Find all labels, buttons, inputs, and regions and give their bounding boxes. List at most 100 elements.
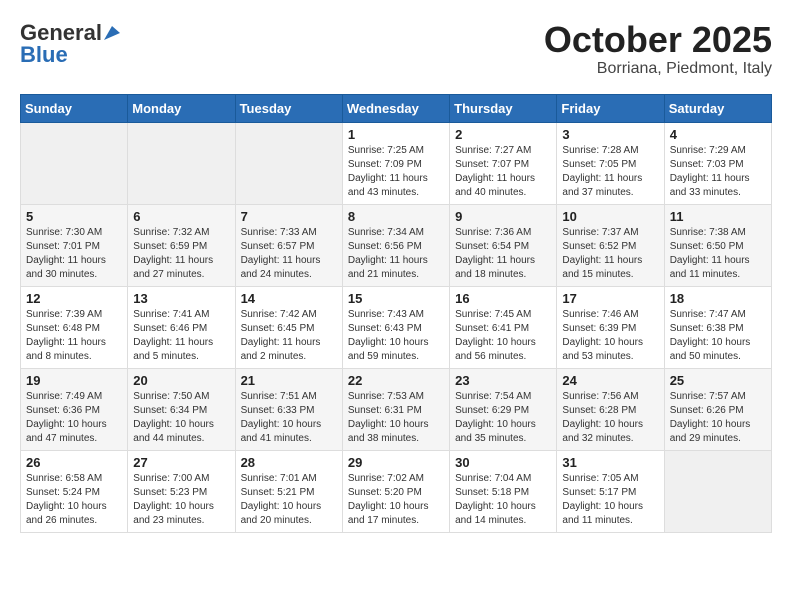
day-info: Sunrise: 7:02 AMSunset: 5:20 PMDaylight:… — [348, 472, 444, 528]
calendar-cell — [664, 450, 771, 532]
day-number: 15 — [348, 291, 444, 306]
day-number: 8 — [348, 209, 444, 224]
calendar-cell: 17Sunrise: 7:46 AMSunset: 6:39 PMDayligh… — [557, 286, 664, 368]
day-info: Sunrise: 7:54 AMSunset: 6:29 PMDaylight:… — [455, 390, 551, 446]
calendar-week-row: 19 Sunrise: 7:49 AMSunset: 6:36 PMDayligh… — [21, 368, 772, 450]
weekday-header: Sunday — [21, 94, 128, 122]
day-info: Sunrise: 7:49 AMSunset: 6:36 PMDaylight:… — [26, 390, 122, 446]
calendar-cell: 3Sunrise: 7:28 AMSunset: 7:05 PMDaylight… — [557, 122, 664, 204]
logo-blue: Blue — [20, 42, 68, 68]
location: Borriana, Piedmont, Italy — [544, 60, 772, 78]
logo-icon — [104, 26, 120, 40]
day-number: 5 — [26, 209, 122, 224]
calendar-cell: 8Sunrise: 7:34 AMSunset: 6:56 PMDaylight… — [342, 204, 449, 286]
day-number: 20 — [133, 373, 229, 388]
calendar-cell: 10Sunrise: 7:37 AMSunset: 6:52 PMDayligh… — [557, 204, 664, 286]
calendar-cell: 13 Sunrise: 7:41 AMSunset: 6:46 PMDayligh… — [128, 286, 235, 368]
calendar-cell: 11 Sunrise: 7:38 AMSunset: 6:50 PMDayligh… — [664, 204, 771, 286]
day-number: 9 — [455, 209, 551, 224]
calendar-cell: 6Sunrise: 7:32 AMSunset: 6:59 PMDaylight… — [128, 204, 235, 286]
day-number: 19 — [26, 373, 122, 388]
calendar-cell: 7Sunrise: 7:33 AMSunset: 6:57 PMDaylight… — [235, 204, 342, 286]
weekday-header: Wednesday — [342, 94, 449, 122]
day-info: Sunrise: 7:38 AMSunset: 6:50 PMDaylight:… — [670, 226, 766, 282]
day-info: Sunrise: 7:25 AMSunset: 7:09 PMDaylight:… — [348, 144, 444, 200]
calendar-cell — [21, 122, 128, 204]
calendar-cell: 22Sunrise: 7:53 AMSunset: 6:31 PMDayligh… — [342, 368, 449, 450]
day-number: 23 — [455, 373, 551, 388]
day-number: 10 — [562, 209, 658, 224]
weekday-header: Thursday — [450, 94, 557, 122]
calendar-cell: 16Sunrise: 7:45 AMSunset: 6:41 PMDayligh… — [450, 286, 557, 368]
day-number: 14 — [241, 291, 337, 306]
calendar-cell: 1 Sunrise: 7:25 AMSunset: 7:09 PMDaylight… — [342, 122, 449, 204]
day-info: Sunrise: 7:50 AMSunset: 6:34 PMDaylight:… — [133, 390, 229, 446]
day-info: Sunrise: 7:00 AMSunset: 5:23 PMDaylight:… — [133, 472, 229, 528]
calendar-cell: 23 Sunrise: 7:54 AMSunset: 6:29 PMDayligh… — [450, 368, 557, 450]
calendar-cell: 19 Sunrise: 7:49 AMSunset: 6:36 PMDayligh… — [21, 368, 128, 450]
day-info: Sunrise: 7:47 AMSunset: 6:38 PMDaylight:… — [670, 308, 766, 364]
calendar-week-row: 1 Sunrise: 7:25 AMSunset: 7:09 PMDaylight… — [21, 122, 772, 204]
calendar-cell: 31 Sunrise: 7:05 AMSunset: 5:17 PMDayligh… — [557, 450, 664, 532]
day-number: 30 — [455, 455, 551, 470]
calendar-cell: 18 Sunrise: 7:47 AMSunset: 6:38 PMDayligh… — [664, 286, 771, 368]
day-number: 6 — [133, 209, 229, 224]
calendar-cell: 24 Sunrise: 7:56 AMSunset: 6:28 PMDayligh… — [557, 368, 664, 450]
calendar-cell: 26 Sunrise: 6:58 AMSunset: 5:24 PMDayligh… — [21, 450, 128, 532]
day-number: 28 — [241, 455, 337, 470]
day-info: Sunrise: 7:04 AMSunset: 5:18 PMDaylight:… — [455, 472, 551, 528]
calendar-cell — [128, 122, 235, 204]
day-info: Sunrise: 7:30 AMSunset: 7:01 PMDaylight:… — [26, 226, 122, 282]
day-info: Sunrise: 6:58 AMSunset: 5:24 PMDaylight:… — [26, 472, 122, 528]
day-info: Sunrise: 7:33 AMSunset: 6:57 PMDaylight:… — [241, 226, 337, 282]
calendar-week-row: 26 Sunrise: 6:58 AMSunset: 5:24 PMDayligh… — [21, 450, 772, 532]
day-number: 29 — [348, 455, 444, 470]
day-info: Sunrise: 7:05 AMSunset: 5:17 PMDaylight:… — [562, 472, 658, 528]
day-number: 11 — [670, 209, 766, 224]
calendar-cell: 28 Sunrise: 7:01 AMSunset: 5:21 PMDayligh… — [235, 450, 342, 532]
day-number: 17 — [562, 291, 658, 306]
calendar-week-row: 12 Sunrise: 7:39 AMSunset: 6:48 PMDayligh… — [21, 286, 772, 368]
day-info: Sunrise: 7:43 AMSunset: 6:43 PMDaylight:… — [348, 308, 444, 364]
day-number: 27 — [133, 455, 229, 470]
day-number: 21 — [241, 373, 337, 388]
day-info: Sunrise: 7:42 AMSunset: 6:45 PMDaylight:… — [241, 308, 337, 364]
day-number: 18 — [670, 291, 766, 306]
weekday-header: Friday — [557, 94, 664, 122]
day-number: 26 — [26, 455, 122, 470]
title-block: October 2025 Borriana, Piedmont, Italy — [544, 20, 772, 78]
weekday-header: Saturday — [664, 94, 771, 122]
calendar-cell: 9 Sunrise: 7:36 AMSunset: 6:54 PMDaylight… — [450, 204, 557, 286]
day-info: Sunrise: 7:41 AMSunset: 6:46 PMDaylight:… — [133, 308, 229, 364]
calendar-cell: 14 Sunrise: 7:42 AMSunset: 6:45 PMDayligh… — [235, 286, 342, 368]
calendar-cell: 4 Sunrise: 7:29 AMSunset: 7:03 PMDaylight… — [664, 122, 771, 204]
calendar-cell: 21 Sunrise: 7:51 AMSunset: 6:33 PMDayligh… — [235, 368, 342, 450]
day-info: Sunrise: 7:45 AMSunset: 6:41 PMDaylight:… — [455, 308, 551, 364]
day-info: Sunrise: 7:56 AMSunset: 6:28 PMDaylight:… — [562, 390, 658, 446]
calendar-cell: 25Sunrise: 7:57 AMSunset: 6:26 PMDayligh… — [664, 368, 771, 450]
calendar-cell: 15 Sunrise: 7:43 AMSunset: 6:43 PMDayligh… — [342, 286, 449, 368]
day-number: 22 — [348, 373, 444, 388]
calendar-table: SundayMondayTuesdayWednesdayThursdayFrid… — [20, 94, 772, 533]
calendar-cell — [235, 122, 342, 204]
logo: General Blue — [20, 20, 120, 68]
month-title: October 2025 — [544, 20, 772, 60]
calendar-cell: 27 Sunrise: 7:00 AMSunset: 5:23 PMDayligh… — [128, 450, 235, 532]
day-number: 25 — [670, 373, 766, 388]
calendar-cell: 29 Sunrise: 7:02 AMSunset: 5:20 PMDayligh… — [342, 450, 449, 532]
day-info: Sunrise: 7:01 AMSunset: 5:21 PMDaylight:… — [241, 472, 337, 528]
calendar-cell: 5 Sunrise: 7:30 AMSunset: 7:01 PMDaylight… — [21, 204, 128, 286]
day-info: Sunrise: 7:29 AMSunset: 7:03 PMDaylight:… — [670, 144, 766, 200]
day-info: Sunrise: 7:36 AMSunset: 6:54 PMDaylight:… — [455, 226, 551, 282]
day-number: 24 — [562, 373, 658, 388]
day-number: 31 — [562, 455, 658, 470]
day-number: 13 — [133, 291, 229, 306]
calendar-cell: 2Sunrise: 7:27 AMSunset: 7:07 PMDaylight… — [450, 122, 557, 204]
day-number: 2 — [455, 127, 551, 142]
weekday-header: Monday — [128, 94, 235, 122]
day-number: 4 — [670, 127, 766, 142]
day-number: 12 — [26, 291, 122, 306]
day-info: Sunrise: 7:39 AMSunset: 6:48 PMDaylight:… — [26, 308, 122, 364]
day-info: Sunrise: 7:51 AMSunset: 6:33 PMDaylight:… — [241, 390, 337, 446]
day-number: 1 — [348, 127, 444, 142]
